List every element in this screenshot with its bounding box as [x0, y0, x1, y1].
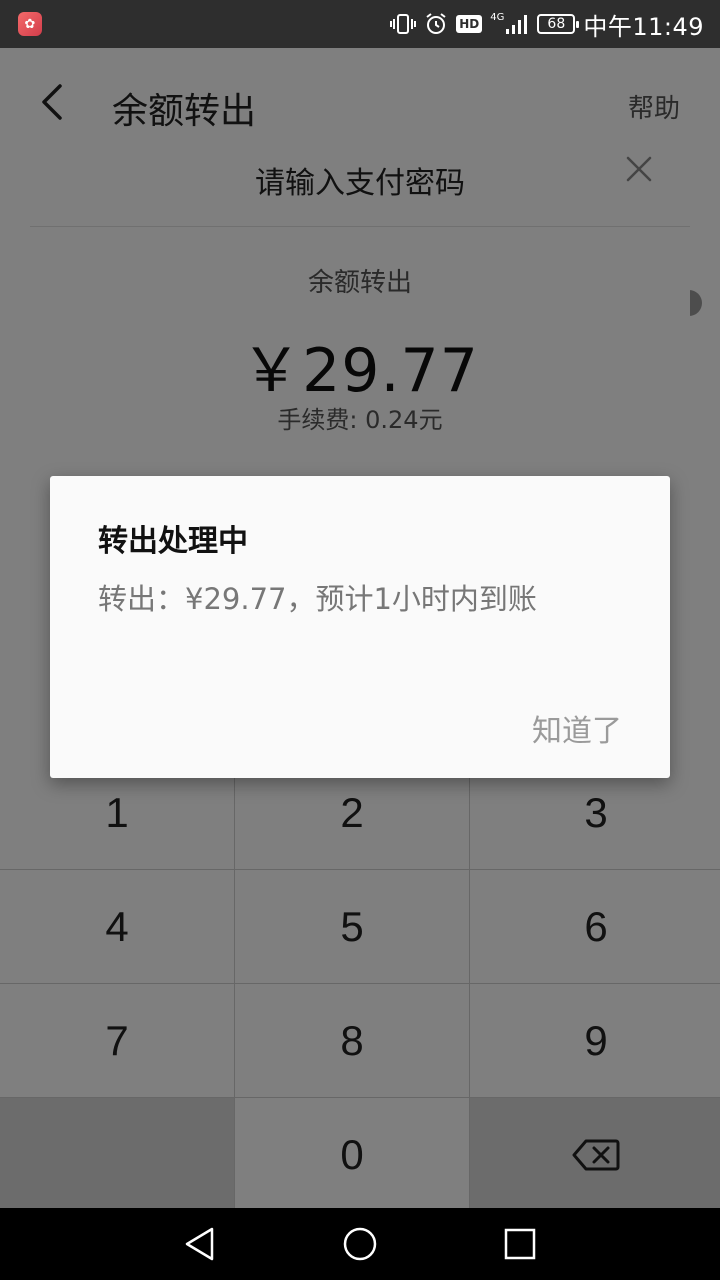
alarm-icon [424, 12, 448, 36]
got-it-button[interactable]: 知道了 [532, 706, 622, 750]
processing-dialog: 转出处理中 转出：¥29.77，预计1小时内到账 知道了 [50, 476, 670, 778]
navigation-bar [0, 1208, 720, 1280]
circle-home-icon[interactable] [342, 1226, 378, 1262]
square-recent-icon[interactable] [502, 1226, 538, 1262]
status-bar: ✿ HD 4G 68 中午11:49 [0, 0, 720, 48]
network-type-label: 4G [490, 12, 505, 23]
clock: 中午11:49 [583, 12, 704, 41]
dialog-message: 转出：¥29.77，预计1小时内到账 [98, 582, 537, 616]
triangle-back-icon[interactable] [182, 1226, 218, 1262]
signal-icon: 4G [490, 13, 529, 35]
vibrate-icon [390, 13, 417, 35]
battery-icon: 68 [537, 14, 580, 34]
dialog-title: 转出处理中 [98, 524, 248, 559]
app-notification-icon: ✿ [18, 12, 42, 36]
status-icons: HD 4G 68 中午11:49 [390, 7, 704, 42]
hd-badge: HD [456, 15, 483, 33]
